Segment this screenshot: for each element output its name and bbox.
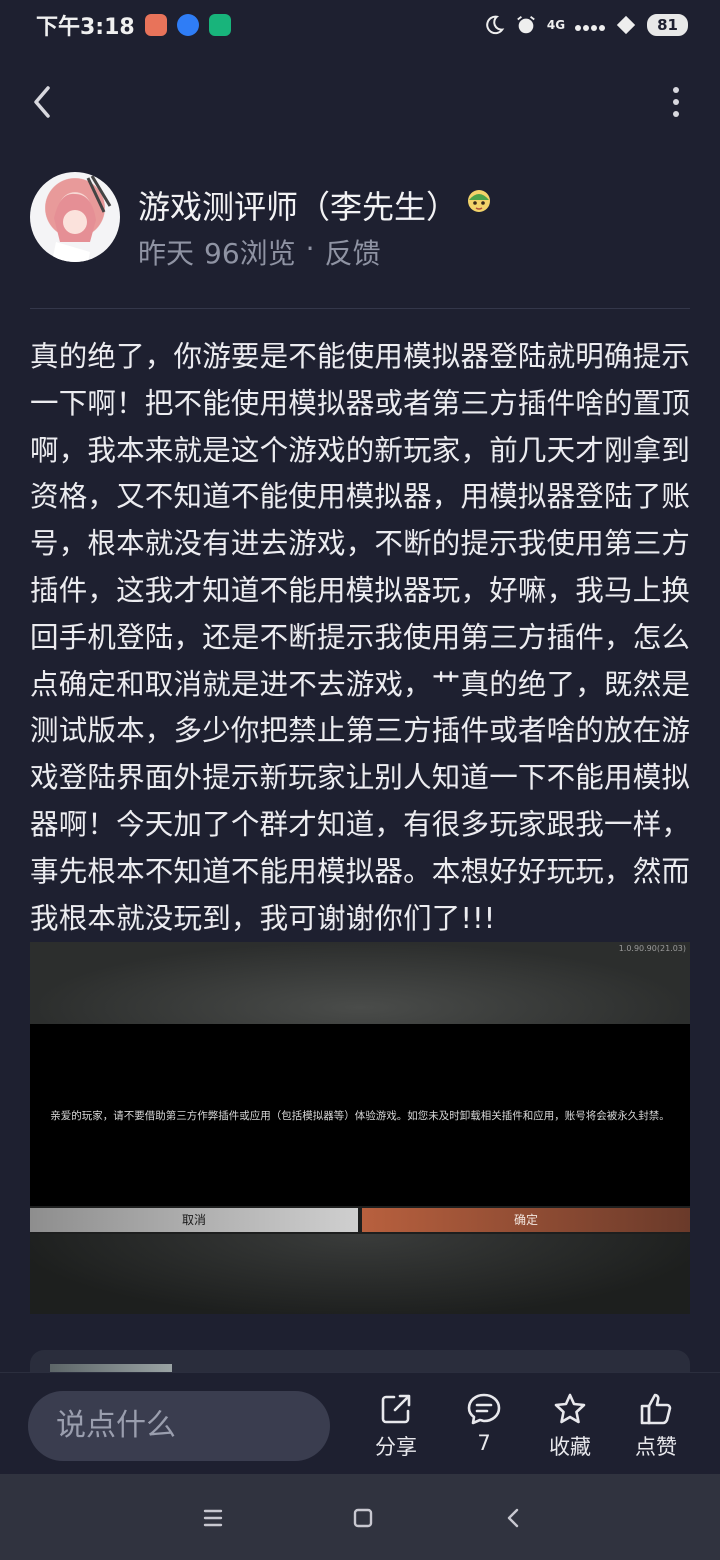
back-nav-icon[interactable] xyxy=(496,1500,532,1536)
network-type: 4G xyxy=(546,18,566,32)
post-time: 昨天 xyxy=(138,237,195,270)
action-bar: 说点什么 分享 7 收藏 点赞 xyxy=(0,1372,720,1474)
avatar[interactable] xyxy=(30,172,120,262)
thumbs-up-icon xyxy=(640,1393,672,1425)
game-confirm-button: 确定 xyxy=(362,1208,690,1232)
author-name[interactable]: 游戏测评师（李先生） xyxy=(138,182,458,228)
wifi-icon xyxy=(616,15,636,35)
alarm-icon xyxy=(517,16,535,34)
comment-icon xyxy=(467,1393,501,1425)
app-notification-icon xyxy=(144,14,167,36)
star-icon xyxy=(554,1393,586,1424)
comment-input[interactable]: 说点什么 xyxy=(28,1391,330,1461)
system-navigation-bar xyxy=(0,1474,720,1560)
feedback-link[interactable]: 反馈 xyxy=(325,232,381,272)
app-notification-icon xyxy=(208,14,231,36)
post-meta: 昨天 96浏览 · 反馈 xyxy=(138,232,381,272)
moon-icon xyxy=(486,15,505,35)
menu-icon[interactable] xyxy=(195,1500,231,1536)
image-background-top xyxy=(30,942,690,1024)
meta-separator: · xyxy=(305,232,315,265)
like-button[interactable]: 点赞 xyxy=(616,1391,696,1465)
post-body: 真的绝了，你游要是不能使用模拟器登陆就明确提示一下啊！把不能使用模拟器或者第三方… xyxy=(30,340,691,935)
home-icon[interactable] xyxy=(345,1500,381,1536)
user-badge-icon xyxy=(468,190,490,212)
share-button[interactable]: 分享 xyxy=(356,1391,436,1465)
like-label: 点赞 xyxy=(635,1435,677,1459)
game-dialog-message: 亲爱的玩家，请不要借助第三方作弊插件或应用（包括模拟器等）体验游戏。如您未及时卸… xyxy=(50,1110,670,1122)
favorite-label: 收藏 xyxy=(549,1435,591,1459)
author-header: 游戏测评师（李先生） 昨天 96浏览 · 反馈 xyxy=(30,172,690,272)
battery-indicator: 81 xyxy=(647,14,688,36)
share-label: 分享 xyxy=(375,1435,417,1459)
more-vertical-icon[interactable] xyxy=(668,80,684,124)
app-notification-icon xyxy=(176,14,199,36)
comment-button[interactable]: 7 xyxy=(444,1391,524,1465)
favorite-button[interactable]: 收藏 xyxy=(530,1391,610,1465)
top-navigation xyxy=(0,70,720,134)
divider xyxy=(30,308,690,309)
game-version-label: 1.0.90.90(21.03) xyxy=(618,944,686,953)
game-dialog: 亲爱的玩家，请不要借助第三方作弊插件或应用（包括模拟器等）体验游戏。如您未及时卸… xyxy=(30,1024,690,1206)
post-views: 96浏览 xyxy=(204,237,296,270)
image-background-bottom xyxy=(30,1234,690,1314)
signal-icon xyxy=(575,25,606,31)
status-time: 下午3:18 xyxy=(36,15,135,40)
share-icon xyxy=(381,1394,411,1424)
back-icon[interactable] xyxy=(22,76,62,126)
game-cancel-button: 取消 xyxy=(30,1208,358,1232)
post-image[interactable]: 1.0.90.90(21.03) 亲爱的玩家，请不要借助第三方作弊插件或应用（包… xyxy=(30,942,690,1314)
status-bar: 下午3:18 4G 81 xyxy=(0,0,720,50)
comment-count: 7 xyxy=(477,1431,491,1455)
